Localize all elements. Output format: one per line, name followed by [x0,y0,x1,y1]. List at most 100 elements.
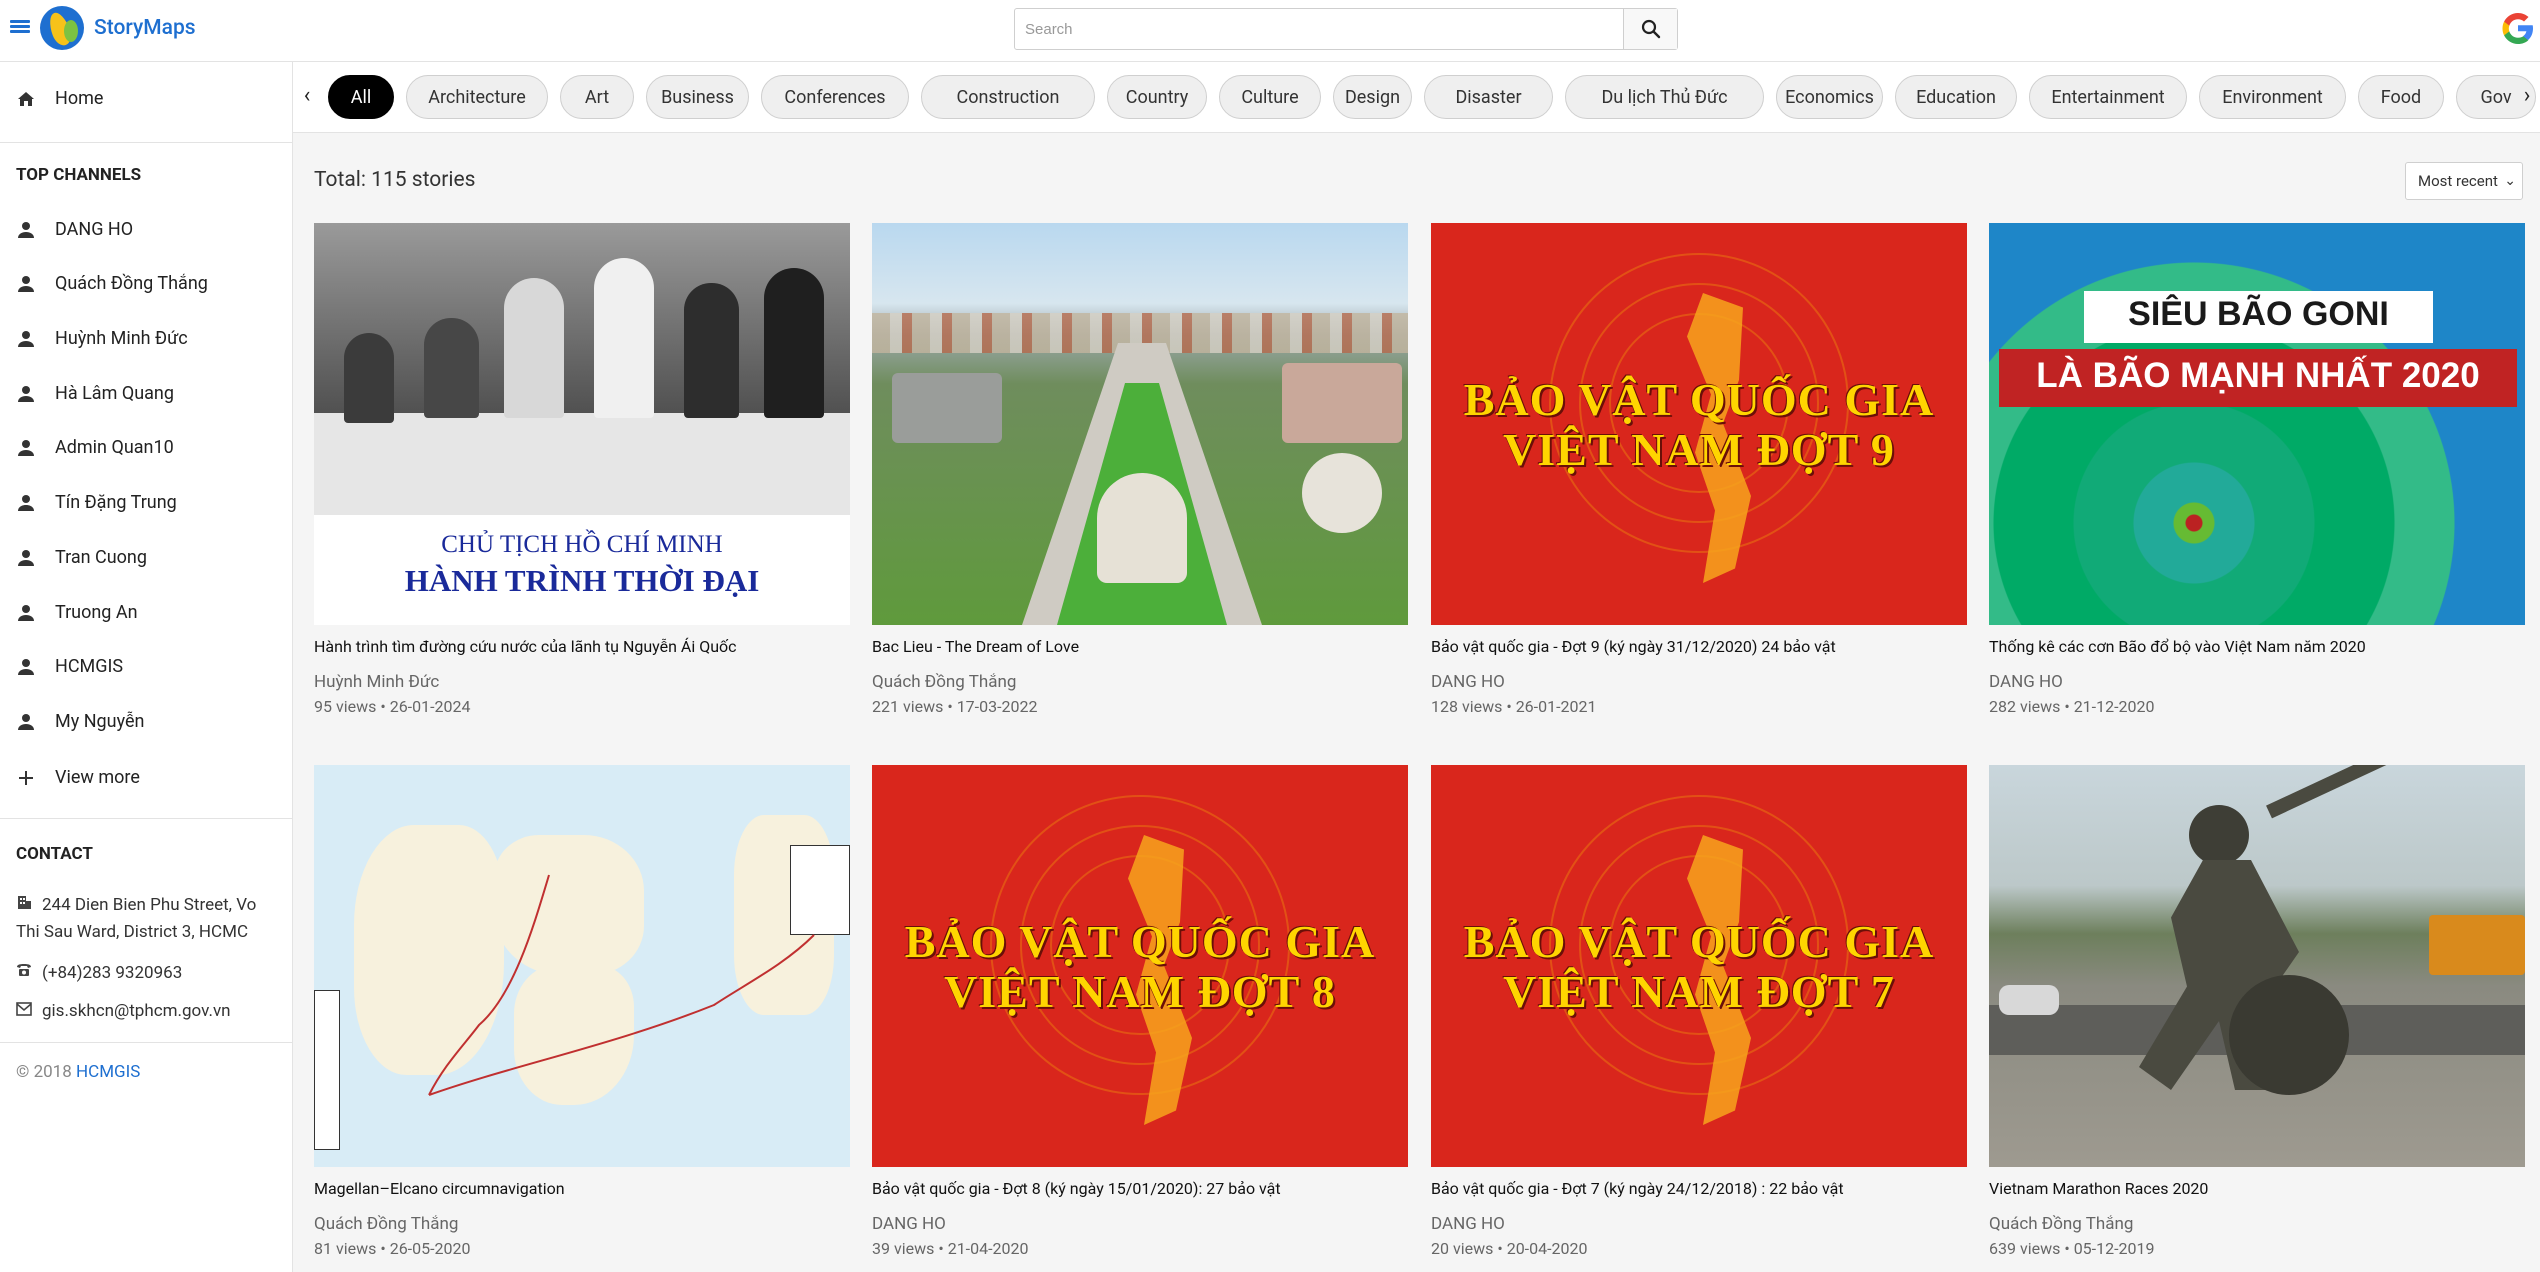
user-icon [18,605,34,621]
category-chip[interactable]: Economics [1776,75,1883,119]
story-meta: 639 views • 05-12-2019 [1989,1239,2155,1258]
story-author[interactable]: DANG HO [1431,672,1505,692]
user-icon [18,331,34,347]
story-thumbnail[interactable]: BẢO VẬT QUỐC GIA VIỆT NAM ĐỢT 8 [872,765,1408,1167]
category-chip[interactable]: Country [1107,75,1207,119]
category-chip[interactable]: Art [560,75,634,119]
sidebar-channel-item[interactable]: Admin Quan10 [0,427,293,467]
google-icon [2502,13,2533,44]
story-author[interactable]: DANG HO [872,1214,946,1234]
story-author[interactable]: DANG HO [1431,1214,1505,1234]
sidebar-channel-label: Tran Cuong [55,547,147,568]
contact-phone-text: (+84)283 9320963 [42,963,183,983]
sidebar-channel-item[interactable]: My Nguyễn [0,701,293,741]
sidebar-channel-label: Tín Đặng Trung [55,492,177,513]
story-title[interactable]: Bảo vật quốc gia - Đợt 8 (ký ngày 15/01/… [872,1179,1408,1198]
hcmgis-link[interactable]: HCMGIS [76,1062,140,1082]
search-input[interactable] [1015,9,1623,49]
sort-select[interactable]: Most recent ⌄ [2405,162,2523,200]
category-chip[interactable]: Education [1895,75,2017,119]
sidebar-channel-item[interactable]: HCMGIS [0,646,293,686]
story-author[interactable]: DANG HO [1989,672,2063,692]
contact-phone: (+84)283 9320963 [16,960,182,987]
chevron-left-icon[interactable]: ‹ [297,84,317,110]
story-thumbnail[interactable]: BẢO VẬT QUỐC GIA VIỆT NAM ĐỢT 9 [1431,223,1967,625]
category-chip[interactable]: Disaster [1424,75,1553,119]
story-title[interactable]: Magellan–Elcano circumnavigation [314,1179,850,1198]
storymaps-logo[interactable] [40,6,84,50]
divider [0,142,293,143]
building-icon [16,892,34,919]
category-chip[interactable]: Food [2358,75,2444,119]
contact-email-text[interactable]: gis.skhcn@tphcm.gov.vn [42,1001,231,1021]
plus-icon [19,771,33,785]
thumb-text-line1: BẢO VẬT QUỐC GIA [904,916,1376,967]
story-thumbnail[interactable]: CHỦ TỊCH HỒ CHÍ MINH HÀNH TRÌNH THỜI ĐẠI [314,223,850,625]
story-author[interactable]: Quách Đồng Thắng [872,672,1016,692]
category-chip[interactable]: Culture [1219,75,1321,119]
brand-name[interactable]: StoryMaps [94,16,196,40]
total-stories: Total: 115 stories [314,168,476,192]
sidebar-channel-item[interactable]: Huỳnh Minh Đức [0,318,293,358]
sidebar-channel-item[interactable]: Truong An [0,592,293,632]
story-title[interactable]: Vietnam Marathon Races 2020 [1989,1179,2525,1198]
category-chip[interactable]: Business [646,75,749,119]
story-meta: 95 views • 26-01-2024 [314,697,471,716]
top-channels-title: TOP CHANNELS [16,165,142,185]
thumb-text-line1: BẢO VẬT QUỐC GIA [1463,916,1935,967]
user-icon [18,440,34,456]
story-thumbnail[interactable] [314,765,850,1167]
mail-icon [16,998,34,1025]
sidebar-channel-item[interactable]: Tran Cuong [0,537,293,577]
category-chip[interactable]: Design [1333,75,1412,119]
user-icon [18,659,34,675]
sidebar-channel-label: Hà Lâm Quang [55,383,174,404]
menu-icon[interactable] [10,18,30,38]
view-more-button[interactable]: View more [0,757,293,797]
search-box [1014,8,1678,50]
contact-email: gis.skhcn@tphcm.gov.vn [16,998,231,1025]
category-chip[interactable]: Du lịch Thủ Đức [1565,75,1764,119]
sort-selected: Most recent [2418,172,2498,190]
story-title[interactable]: Bảo vật quốc gia - Đợt 7 (ký ngày 24/12/… [1431,1179,1967,1198]
story-title[interactable]: Bac Lieu - The Dream of Love [872,637,1408,656]
sidebar-item-home[interactable]: Home [0,78,293,118]
story-thumbnail[interactable]: SIÊU BÃO GONI LÀ BÃO MẠNH NHẤT 2020 [1989,223,2525,625]
sidebar-channel-label: DANG HO [55,219,134,240]
thumb-text-line1: SIÊU BÃO GONI [2128,295,2389,333]
story-title[interactable]: Hành trình tìm đường cứu nước của lãnh t… [314,637,850,656]
thumb-text-line2: LÀ BÃO MẠNH NHẤT 2020 [2036,356,2480,395]
sidebar-channel-item[interactable]: Quách Đồng Thắng [0,263,293,303]
story-thumbnail[interactable]: BẢO VẬT QUỐC GIA VIỆT NAM ĐỢT 7 [1431,765,1967,1167]
sidebar: Home TOP CHANNELS DANG HO Quách Đồng Thắn… [0,62,293,1272]
story-thumbnail[interactable] [872,223,1408,625]
story-thumbnail[interactable] [1989,765,2525,1167]
category-chip[interactable]: All [328,75,394,119]
user-icon [18,276,34,292]
user-icon [18,386,34,402]
category-chip[interactable]: Environment [2199,75,2346,119]
story-title[interactable]: Thống kê các cơn Bão đổ bộ vào Việt Nam … [1989,637,2525,656]
search-icon [1641,19,1660,39]
sidebar-item-label: Home [55,88,104,109]
contact-address: 244 Dien Bien Phu Street, Vo Thi Sau War… [16,892,276,946]
sidebar-channel-item[interactable]: Hà Lâm Quang [0,373,293,413]
story-author[interactable]: Quách Đồng Thắng [314,1214,458,1234]
sidebar-channel-item[interactable]: DANG HO [0,209,293,249]
thumb-text-line2: VIỆT NAM ĐỢT 7 [1503,966,1895,1017]
story-title[interactable]: Bảo vật quốc gia - Đợt 9 (ký ngày 31/12/… [1431,637,1967,656]
sidebar-channel-item[interactable]: Tín Đặng Trung [0,482,293,522]
user-icon [18,550,34,566]
category-chip[interactable]: Entertainment [2029,75,2187,119]
chevron-right-icon[interactable]: › [2517,84,2537,110]
category-chip[interactable]: Architecture [406,75,548,119]
google-signin-button[interactable] [2500,9,2538,49]
sidebar-channel-label: HCMGIS [55,656,124,677]
story-author[interactable]: Huỳnh Minh Đức [314,672,439,692]
divider [0,1042,293,1043]
story-author[interactable]: Quách Đồng Thắng [1989,1214,2133,1234]
search-button[interactable] [1623,9,1677,49]
sidebar-channel-label: Truong An [55,602,138,623]
category-chip[interactable]: Construction [921,75,1095,119]
category-chip[interactable]: Conferences [761,75,909,119]
